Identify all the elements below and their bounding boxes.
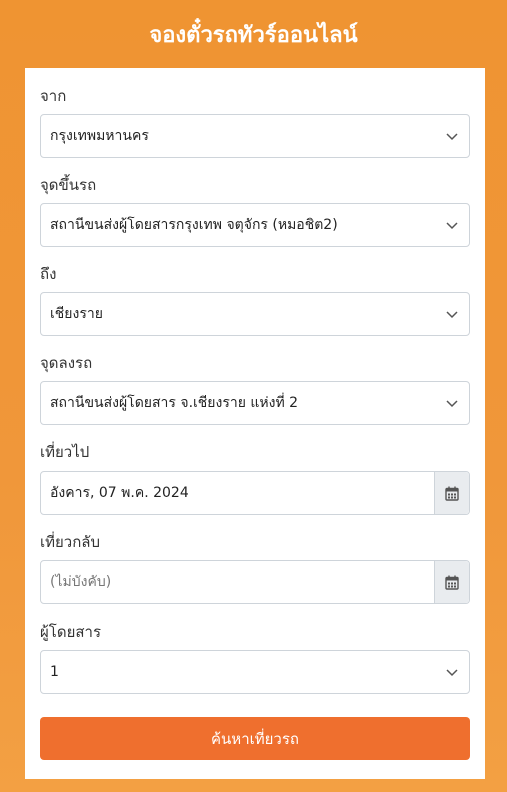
depart-date-field <box>40 471 470 515</box>
return-date-input[interactable] <box>41 561 434 603</box>
pickup-select-value: สถานีขนส่งผู้โดยสารกรุงเทพ จตุจักร (หมอช… <box>50 217 338 233</box>
search-trips-button[interactable]: ค้นหาเที่ยวรถ <box>40 717 470 760</box>
pickup-label: จุดขึ้นรถ <box>40 176 97 194</box>
to-select-value: เชียงราย <box>50 306 103 322</box>
dropoff-label: จุดลงรถ <box>40 354 93 372</box>
return-label: เที่ยวกลับ <box>40 533 101 551</box>
passengers-label: ผู้โดยสาร <box>40 623 102 641</box>
booking-form: จาก กรุงเทพมหานคร จุดขึ้นรถ สถานีขนส่งผู… <box>25 68 485 779</box>
chevron-down-icon <box>446 400 458 408</box>
depart-calendar-button[interactable] <box>434 472 469 514</box>
to-select[interactable]: เชียงราย <box>40 292 470 336</box>
chevron-down-icon <box>446 311 458 319</box>
return-calendar-button[interactable] <box>434 561 469 603</box>
depart-date-input[interactable] <box>41 472 434 514</box>
from-label: จาก <box>40 87 67 105</box>
from-select[interactable]: กรุงเทพมหานคร <box>40 114 470 158</box>
dropoff-select-value: สถานีขนส่งผู้โดยสาร จ.เชียงราย แห่งที่ 2 <box>50 395 299 411</box>
calendar-icon <box>445 486 459 501</box>
page-title: จองตั๋วรถทัวร์ออนไลน์ <box>149 22 358 48</box>
passengers-select-value: 1 <box>50 664 59 680</box>
from-select-value: กรุงเทพมหานคร <box>50 128 149 144</box>
depart-label: เที่ยวไป <box>40 443 90 461</box>
chevron-down-icon <box>446 133 458 141</box>
to-label: ถึง <box>40 265 57 283</box>
chevron-down-icon <box>446 222 458 230</box>
passengers-select[interactable]: 1 <box>40 650 470 694</box>
page-header: จองตั๋วรถทัวร์ออนไลน์ <box>0 0 507 68</box>
dropoff-select[interactable]: สถานีขนส่งผู้โดยสาร จ.เชียงราย แห่งที่ 2 <box>40 381 470 425</box>
return-date-field <box>40 560 470 604</box>
chevron-down-icon <box>446 669 458 677</box>
pickup-select[interactable]: สถานีขนส่งผู้โดยสารกรุงเทพ จตุจักร (หมอช… <box>40 203 470 247</box>
calendar-icon <box>445 575 459 590</box>
